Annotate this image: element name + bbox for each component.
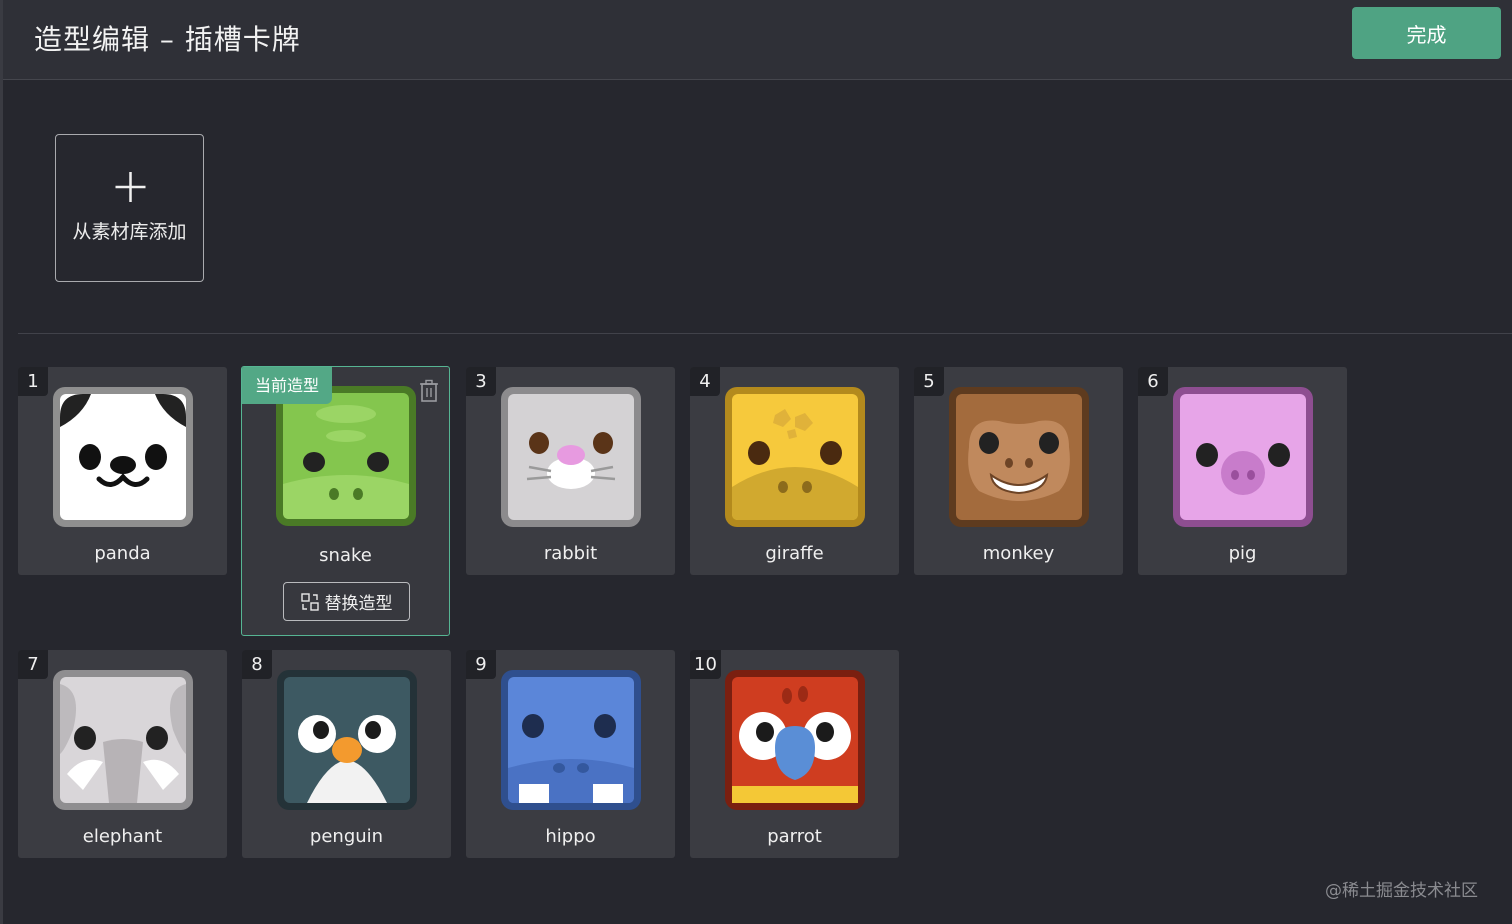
watermark: @稀土掘金技术社区	[1325, 881, 1478, 901]
costume-name: elephant	[82, 826, 163, 847]
plus-icon	[115, 172, 146, 202]
costume-name: hippo	[545, 826, 596, 847]
elephant-avatar-icon	[53, 670, 193, 810]
costume-name: parrot	[767, 826, 822, 847]
costume-index: 5	[914, 367, 944, 396]
trash-icon[interactable]	[418, 379, 440, 403]
costume-card-panda[interactable]: 1 panda	[18, 367, 227, 575]
window-edge	[0, 0, 3, 924]
costume-index: 3	[466, 367, 496, 396]
replace-costume-button[interactable]: 替换造型	[283, 582, 410, 621]
parrot-avatar-icon	[725, 670, 865, 810]
add-from-library-label: 从素材库添加	[72, 221, 187, 243]
costume-index: 10	[690, 650, 721, 679]
pig-avatar-icon	[1173, 387, 1313, 527]
add-from-library-button[interactable]: 从素材库添加	[55, 134, 204, 282]
costume-card-elephant[interactable]: 7 elephant	[18, 650, 227, 858]
monkey-avatar-icon	[949, 387, 1089, 527]
hippo-avatar-icon	[501, 670, 641, 810]
snake-avatar-icon	[276, 386, 416, 526]
costume-name: monkey	[982, 543, 1055, 564]
costume-card-monkey[interactable]: 5 monkey	[914, 367, 1123, 575]
current-costume-tag: 当前造型	[242, 367, 332, 404]
costume-name: giraffe	[765, 543, 824, 564]
swap-icon	[300, 592, 319, 611]
page-title: 造型编辑 – 插槽卡牌	[34, 23, 301, 56]
costume-name: snake	[319, 545, 372, 566]
costume-index: 9	[466, 650, 496, 679]
costume-card-giraffe[interactable]: 4 giraffe	[690, 367, 899, 575]
divider	[18, 333, 1512, 334]
costume-card-pig[interactable]: 6 pig	[1138, 367, 1347, 575]
costume-index: 7	[18, 650, 48, 679]
done-button[interactable]: 完成	[1352, 7, 1501, 59]
costume-name: pig	[1228, 543, 1257, 564]
costume-index: 6	[1138, 367, 1168, 396]
costume-card-rabbit[interactable]: 3 rabbit	[466, 367, 675, 575]
panda-avatar-icon	[53, 387, 193, 527]
costume-index: 1	[18, 367, 48, 396]
costume-name: rabbit	[543, 543, 598, 564]
costume-name: penguin	[309, 826, 384, 847]
rabbit-avatar-icon	[501, 387, 641, 527]
giraffe-avatar-icon	[725, 387, 865, 527]
costume-name: panda	[94, 543, 151, 564]
costume-index: 4	[690, 367, 720, 396]
header-bar: 造型编辑 – 插槽卡牌 完成	[3, 0, 1512, 80]
replace-costume-label: 替换造型	[324, 594, 393, 614]
costume-card-parrot[interactable]: 10 parrot	[690, 650, 899, 858]
costume-index: 8	[242, 650, 272, 679]
costume-card-hippo[interactable]: 9 hippo	[466, 650, 675, 858]
costume-card-penguin[interactable]: 8 penguin	[242, 650, 451, 858]
penguin-avatar-icon	[277, 670, 417, 810]
costume-card-snake[interactable]: 当前造型 snake 替换造型	[241, 366, 450, 636]
